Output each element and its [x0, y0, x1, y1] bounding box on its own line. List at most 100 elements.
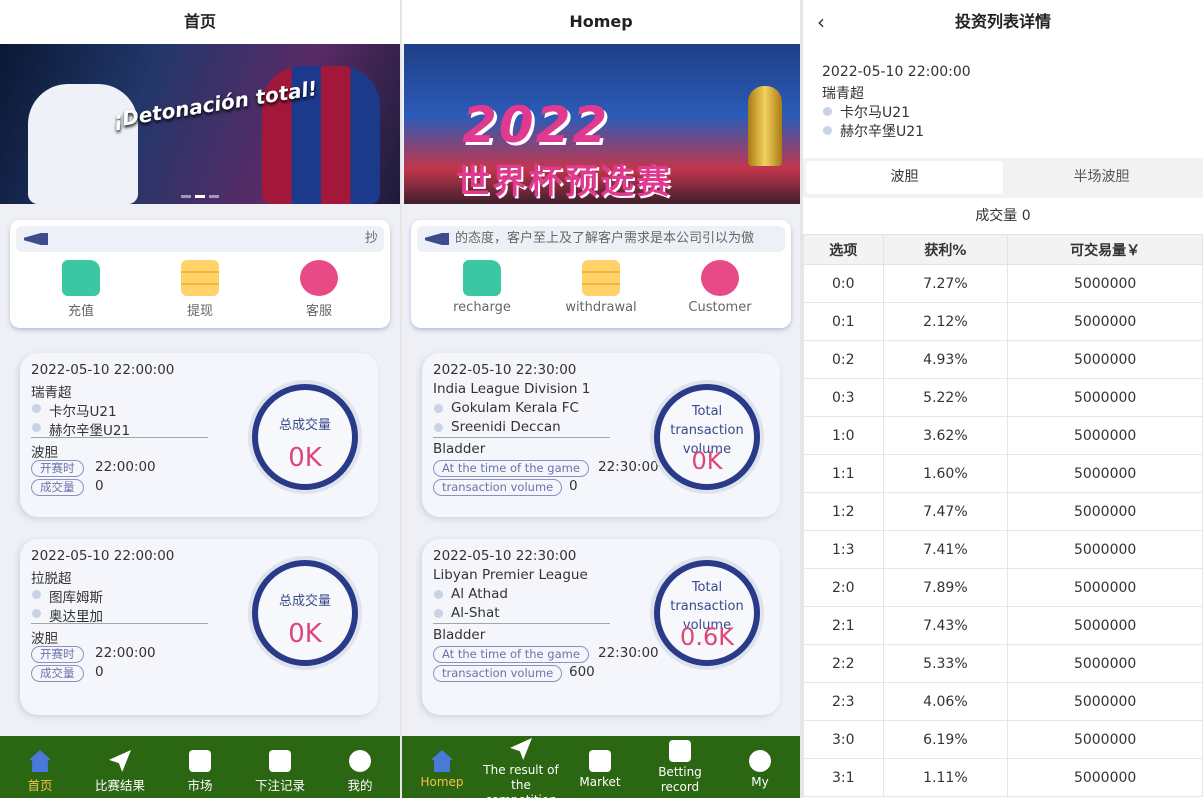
table-row[interactable]: 0:2 4.93% 5000000	[803, 340, 1203, 379]
table-row[interactable]: 0:0 7.27% 5000000	[803, 264, 1203, 303]
kickoff-time: 22:30:00	[598, 459, 659, 475]
tab-label: Market	[579, 775, 621, 789]
tab-label: The result of the competition	[483, 763, 559, 798]
total-volume-circle: 总成交量 0K	[252, 384, 358, 490]
table-row[interactable]: 1:3 7.41% 5000000	[803, 530, 1203, 569]
withdraw-button[interactable]: 提现	[155, 260, 245, 319]
table-row[interactable]: 1:1 1.60% 5000000	[803, 454, 1203, 493]
banner-dots	[181, 195, 219, 198]
table-row[interactable]: 2:2 5.33% 5000000	[803, 644, 1203, 683]
customer-service-button[interactable]: 客服	[274, 260, 364, 319]
table-cell: 1.60%	[882, 454, 1009, 493]
tab-mine[interactable]: My	[720, 736, 800, 790]
table-row[interactable]: 1:2 7.47% 5000000	[803, 492, 1203, 531]
table-cell: 7.47%	[882, 492, 1009, 531]
betting-record-icon	[269, 750, 291, 772]
notice-text: 的态度，客户至上及了解客户需求是本公司引以为傲	[455, 231, 755, 246]
nav-label: 客服	[305, 304, 332, 319]
table-row[interactable]: 0:3 5.22% 5000000	[803, 378, 1203, 417]
tab-market[interactable]: Market	[560, 736, 640, 790]
table-cell: 7.27%	[882, 264, 1009, 303]
table-row[interactable]: 2:1 7.43% 5000000	[803, 606, 1203, 645]
tab-home[interactable]: Homep	[402, 736, 482, 790]
table-row[interactable]: 0:1 2.12% 5000000	[803, 302, 1203, 341]
bet-type: Bladder	[433, 627, 486, 643]
cash-icon	[582, 260, 620, 296]
customer-service-button[interactable]: Customer	[675, 260, 765, 315]
total-volume-circle: 总成交量 0K	[252, 560, 358, 666]
tab-label: My	[751, 775, 769, 789]
market-icon	[189, 750, 211, 772]
match-card[interactable]: 2022-05-10 22:00:00 瑞青超 卡尔马U21 赫尔辛堡U21 波…	[20, 353, 378, 517]
tab-bet-records[interactable]: Betting record	[640, 726, 720, 795]
notice-text: 抄	[364, 231, 378, 246]
recharge-button[interactable]: 充值	[36, 260, 126, 319]
tab-mine[interactable]: 我的	[320, 736, 400, 794]
tab-label: Homep	[420, 775, 464, 789]
table-cell: 2:0	[803, 568, 884, 607]
table-cell: 5000000	[1007, 416, 1203, 455]
total-volume-circle: Total transaction volume 0K	[654, 384, 760, 490]
recharge-button[interactable]: recharge	[437, 260, 527, 315]
table-row[interactable]: 1:0 3.62% 5000000	[803, 416, 1203, 455]
match-date: 2022-05-10 22:00:00	[822, 64, 971, 80]
smiley-icon	[349, 750, 371, 772]
table-cell: 5000000	[1007, 720, 1203, 759]
customer-service-icon	[300, 260, 338, 296]
quick-actions-card: 抄 充值 提现 客服	[10, 220, 390, 328]
promo-banner[interactable]: 2022 世界杯预选赛	[404, 44, 800, 204]
table-cell: 2:2	[803, 644, 884, 683]
withdraw-button[interactable]: withdrawal	[556, 260, 646, 315]
table-cell: 7.41%	[882, 530, 1009, 569]
table-cell: 5000000	[1007, 340, 1203, 379]
promo-banner[interactable]: ¡Detonación total!	[0, 44, 400, 204]
tab-label: 市场	[187, 778, 213, 793]
match-card[interactable]: 2022-05-10 22:30:00 India League Divisio…	[422, 353, 780, 517]
table-cell: 5000000	[1007, 454, 1203, 493]
tab-label: 下注记录	[254, 778, 305, 793]
page-title: 投资列表详情	[803, 0, 1203, 44]
match-card[interactable]: 2022-05-10 22:30:00 Libyan Premier Leagu…	[422, 539, 780, 715]
notice-bar[interactable]: 的态度，客户至上及了解客户需求是本公司引以为傲	[417, 226, 785, 252]
trophy-icon	[748, 86, 782, 166]
match-card[interactable]: 2022-05-10 22:00:00 拉脱超 图库姆斯 奥达里加 波胆 开赛时…	[20, 539, 378, 715]
away-team: 奥达里加	[31, 605, 103, 625]
home-team: Al Athad	[433, 586, 508, 602]
tab-home[interactable]: 首页	[0, 736, 80, 794]
player-figure-white	[28, 84, 138, 204]
home-team: Gokulam Kerala FC	[433, 400, 579, 416]
table-row[interactable]: 2:0 7.89% 5000000	[803, 568, 1203, 607]
notice-bar[interactable]: 抄	[16, 226, 384, 252]
tab-bet-records[interactable]: 下注记录	[240, 736, 320, 794]
table-row[interactable]: 2:3 4.06% 5000000	[803, 682, 1203, 721]
tab-market[interactable]: 市场	[160, 736, 240, 794]
match-league: 拉脱超	[31, 571, 72, 587]
home-team: 图库姆斯	[31, 586, 103, 606]
back-arrow-icon[interactable]: ‹	[817, 10, 825, 34]
cash-icon	[181, 260, 219, 296]
tab-label: 比赛结果	[94, 778, 145, 793]
table-cell: 5000000	[1007, 568, 1203, 607]
page-title: 首页	[0, 0, 400, 44]
customer-service-icon	[701, 260, 739, 296]
volume-value: 0	[95, 664, 104, 680]
total-value: 0.6K	[680, 623, 734, 651]
tab-correct-score[interactable]: 波胆	[806, 161, 1003, 194]
bet-type-tabs: 波胆 半场波胆	[803, 158, 1203, 198]
match-info: 2022-05-10 22:00:00 瑞青超 卡尔马U21 赫尔辛堡U21	[822, 64, 971, 140]
wallet-icon	[62, 260, 100, 296]
wallet-icon	[463, 260, 501, 296]
tab-results[interactable]: 比赛结果	[80, 736, 160, 794]
odds-table: 选项 获利% 可交易量￥ 0:0 7.27% 5000000 0:1 2.12% 5000…	[803, 234, 1203, 797]
table-cell: 0:3	[803, 378, 884, 417]
table-cell: 4.06%	[882, 682, 1009, 721]
volume-summary: 成交量 0	[803, 198, 1203, 234]
table-cell: 1.11%	[882, 758, 1009, 797]
table-cell: 5.33%	[882, 644, 1009, 683]
table-row[interactable]: 3:0 6.19% 5000000	[803, 720, 1203, 759]
table-row[interactable]: 3:1 1.11% 5000000	[803, 758, 1203, 797]
tab-results[interactable]: The result of the competition	[481, 724, 561, 798]
table-cell: 5000000	[1007, 492, 1203, 531]
tab-half-time-score[interactable]: 半场波胆	[1003, 161, 1200, 194]
match-date: 2022-05-10 22:00:00	[31, 362, 175, 378]
